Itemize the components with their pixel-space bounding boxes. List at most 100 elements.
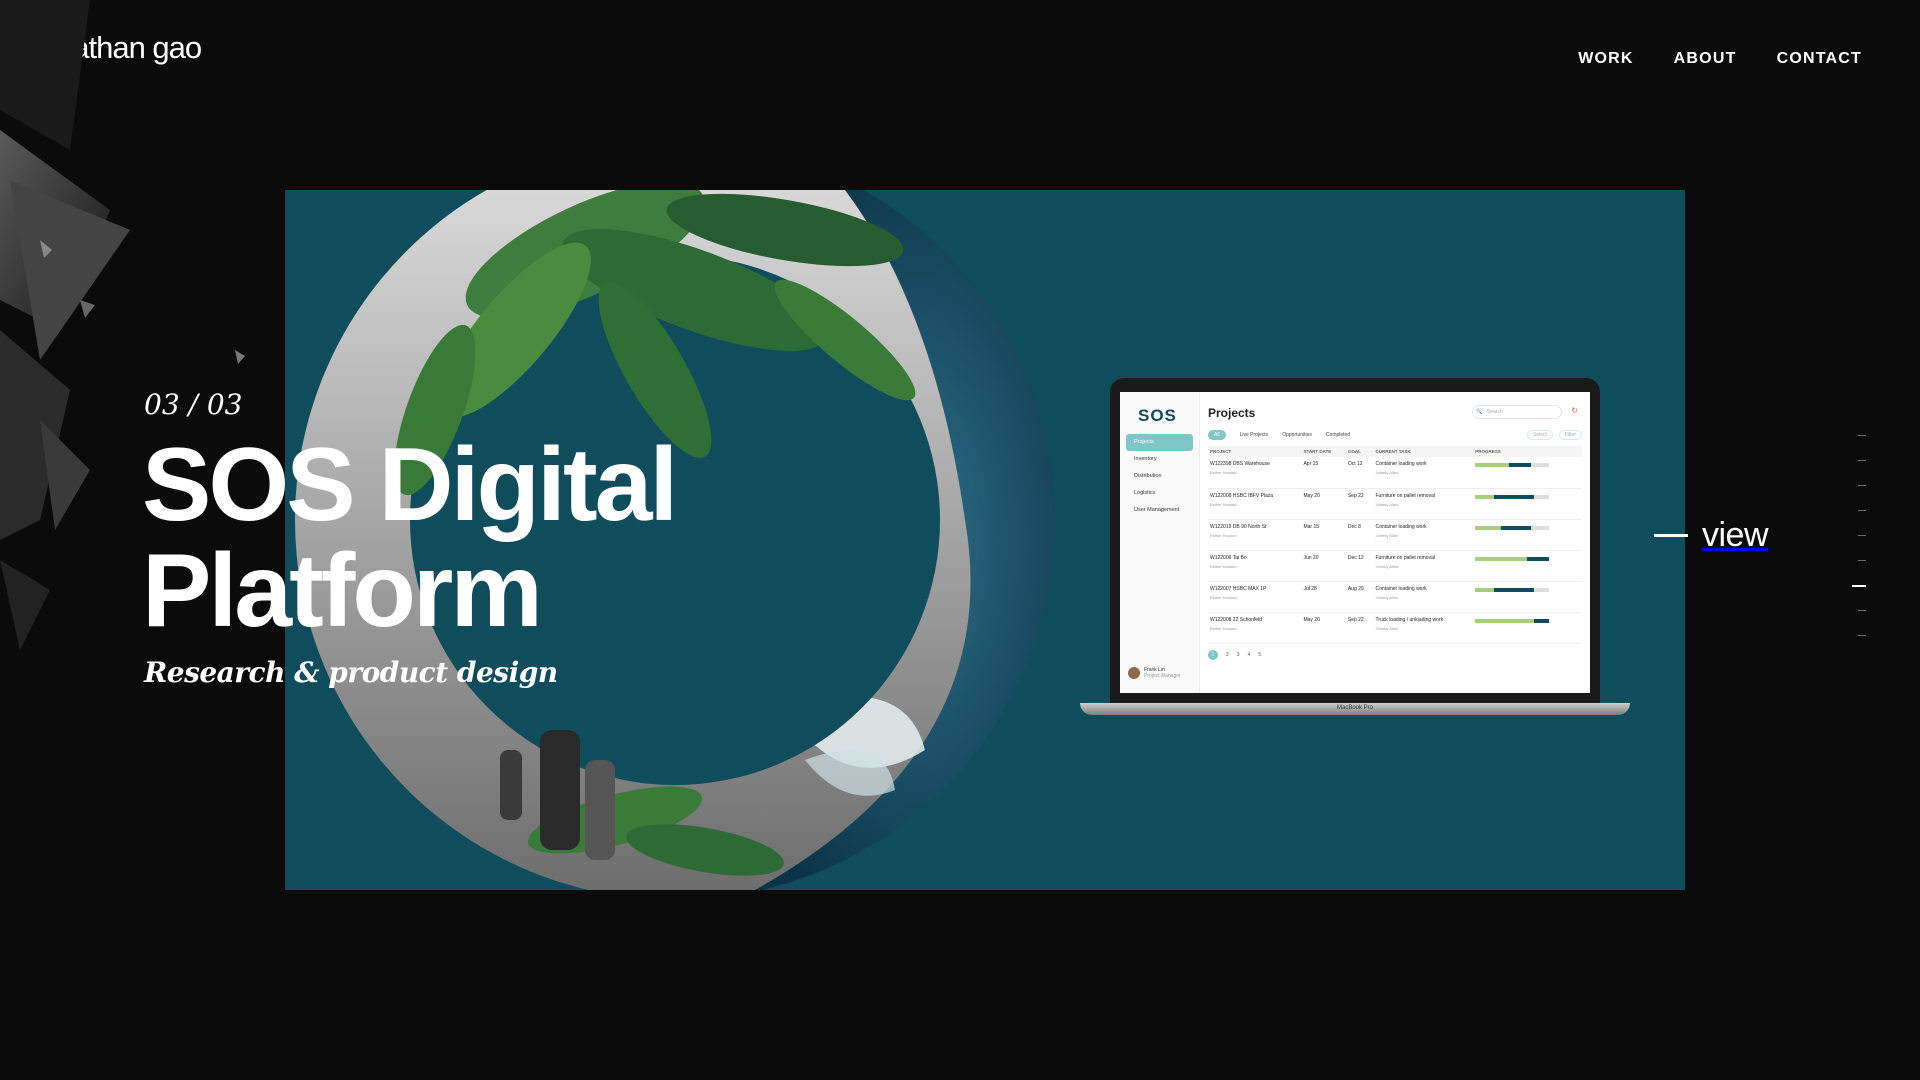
slide-tick-active[interactable] — [1852, 585, 1866, 587]
progress-bar-green — [1475, 463, 1509, 467]
cell-task: Container loading work Johnny Allen — [1373, 457, 1474, 489]
nav-about[interactable]: ABOUT — [1674, 50, 1737, 68]
cell-goal: Sep 22 — [1345, 488, 1374, 520]
cell-task: Furniture on pallet removal Johnny Allen — [1373, 488, 1474, 520]
view-line-icon — [1654, 534, 1688, 537]
page-3: 3 — [1236, 651, 1240, 658]
app-sidebar-item-inventory: Inventory — [1134, 456, 1157, 462]
slide-tick[interactable] — [1858, 610, 1866, 611]
slide-tick[interactable] — [1858, 510, 1866, 511]
app-tabs: All Live Projects Opportunities Complete… — [1208, 430, 1582, 440]
app-tab-actions: Select Filter — [1526, 430, 1582, 440]
app-sidebar-item-projects: Projects — [1126, 434, 1193, 451]
slide-tick[interactable] — [1858, 460, 1866, 461]
cell-project: W122019 DB 90 North St Esther Howard — [1208, 519, 1302, 551]
app-refresh-icon: ↻ — [1571, 406, 1578, 415]
app-projects-table: PROJECT START DATE GOAL CURRENT TASK PRO… — [1208, 446, 1582, 644]
slide-tick[interactable] — [1858, 485, 1866, 486]
progress-bar-green — [1475, 618, 1535, 623]
col-progress: PROGRESS — [1473, 446, 1582, 457]
progress-bar-green — [1475, 525, 1502, 530]
slide-tick[interactable] — [1858, 635, 1866, 636]
project-title-line1[interactable]: SOS Digital — [142, 432, 678, 538]
page-2: 2 — [1226, 651, 1229, 658]
app-sidebar-item-logistics: Logistics — [1134, 490, 1156, 496]
table-row: W122008 HSBC IBFV Plaza Esther Howard May … — [1208, 488, 1582, 520]
project-counter: 03 / 03 — [144, 388, 243, 421]
progress-bar — [1475, 556, 1550, 561]
cell-goal: Oct 12 — [1345, 457, 1374, 489]
cell-project: W122008 22 Schonfeld Esther Howard — [1208, 612, 1302, 644]
table-body: W122398 DBS Warehouse Esther Howard Apr 15… — [1208, 457, 1582, 644]
main-nav: WORK ABOUT CONTACT — [1578, 50, 1862, 68]
cell-start: Mar 15 — [1301, 519, 1346, 551]
page-4: 4 — [1247, 651, 1251, 658]
nav-contact[interactable]: CONTACT — [1777, 50, 1862, 68]
cell-goal: Sep 22 — [1345, 612, 1374, 644]
page-1: 1 — [1208, 649, 1218, 660]
table-row: W122008 22 Schonfeld Esther Howard May 20 S… — [1208, 612, 1582, 644]
table-row: W122007 HSBC MAX 1P Esther Howard Jul 28 Au… — [1208, 581, 1582, 613]
app-user-avatar — [1128, 667, 1140, 679]
laptop-model-label: MacBook Pro — [1336, 705, 1373, 711]
progress-bar-dark — [1534, 618, 1550, 623]
cell-goal: Dec 12 — [1345, 550, 1374, 582]
app-user: Frank Lin Project Manager — [1128, 667, 1181, 679]
app-tab-completed: Completed — [1325, 432, 1351, 438]
progress-bar — [1475, 494, 1550, 499]
app-sidebar-item-distribution: Distribution — [1134, 473, 1162, 479]
cell-start: May 20 — [1301, 488, 1346, 520]
app-search-input: Search — [1472, 405, 1562, 419]
project-title-line2[interactable]: Platform — [142, 538, 675, 644]
col-start-date: START DATE — [1301, 446, 1346, 457]
project-title[interactable]: SOS Digital Platform — [142, 432, 678, 644]
app-pagination: 1 2 3 4 5 — [1208, 649, 1582, 660]
nav-work[interactable]: WORK — [1578, 50, 1633, 68]
slide-tick[interactable] — [1858, 560, 1866, 561]
progress-bar-green — [1475, 587, 1494, 592]
table-header-row: PROJECT START DATE GOAL CURRENT TASK PRO… — [1208, 446, 1582, 457]
view-label: view — [1702, 516, 1769, 554]
slide-indicator[interactable] — [1852, 435, 1866, 645]
app-tab-live: Live Projects — [1239, 432, 1269, 438]
cell-progress — [1473, 581, 1582, 613]
cell-task: Truck loading / unloading work Johnny All… — [1373, 612, 1474, 644]
app-logo: SOS — [1138, 406, 1177, 425]
cell-goal: Aug 29 — [1345, 581, 1374, 613]
cell-start: May 20 — [1301, 612, 1346, 644]
table-row: W122006 Tai Bo Esther Howard Jun 20 Dec 12 F… — [1208, 550, 1582, 582]
app-tab-all: All — [1208, 430, 1226, 440]
app-select-button: Select — [1526, 430, 1553, 440]
cell-start: Apr 15 — [1301, 457, 1346, 489]
cell-project: W122006 Tai Bo Esther Howard — [1208, 550, 1302, 582]
col-goal: GOAL — [1345, 446, 1374, 457]
slide-tick[interactable] — [1858, 535, 1866, 536]
progress-bar-dark — [1493, 494, 1535, 499]
cell-project: W122007 HSBC MAX 1P Esther Howard — [1208, 581, 1302, 613]
app-user-info: Frank Lin Project Manager — [1144, 667, 1181, 679]
app-main: Projects Search ↻ All Live Projects Oppo… — [1208, 392, 1582, 693]
cell-task: Furniture on pallet removal Johnny Allen — [1373, 550, 1474, 582]
cell-progress — [1473, 550, 1582, 582]
col-current-task: CURRENT TASK — [1373, 446, 1474, 457]
table-row: W122398 DBS Warehouse Esther Howard Apr 15… — [1208, 457, 1582, 489]
progress-bar — [1475, 525, 1550, 530]
cell-progress — [1473, 457, 1582, 489]
laptop-base: MacBook Pro — [1080, 703, 1630, 715]
col-project: PROJECT — [1208, 446, 1302, 457]
view-project-link[interactable]: view — [1654, 516, 1769, 555]
page-5: 5 — [1258, 651, 1262, 658]
progress-bar-green — [1475, 494, 1494, 499]
progress-bar — [1475, 587, 1550, 592]
progress-bar-green — [1475, 556, 1528, 561]
project-subtitle: Research & product design — [144, 656, 558, 689]
cell-goal: Dec 8 — [1345, 519, 1374, 551]
app-filter-button: Filter — [1558, 430, 1582, 440]
cell-progress — [1473, 488, 1582, 520]
laptop-mockup: SOS Projects Inventory Distribution Logi… — [1080, 378, 1630, 726]
slide-tick[interactable] — [1858, 435, 1866, 436]
app-sidebar: SOS Projects Inventory Distribution Logi… — [1120, 392, 1200, 693]
progress-bar — [1475, 463, 1550, 467]
progress-bar-dark — [1501, 525, 1531, 530]
cell-task: Container loading work Johnny Allen — [1373, 581, 1474, 613]
